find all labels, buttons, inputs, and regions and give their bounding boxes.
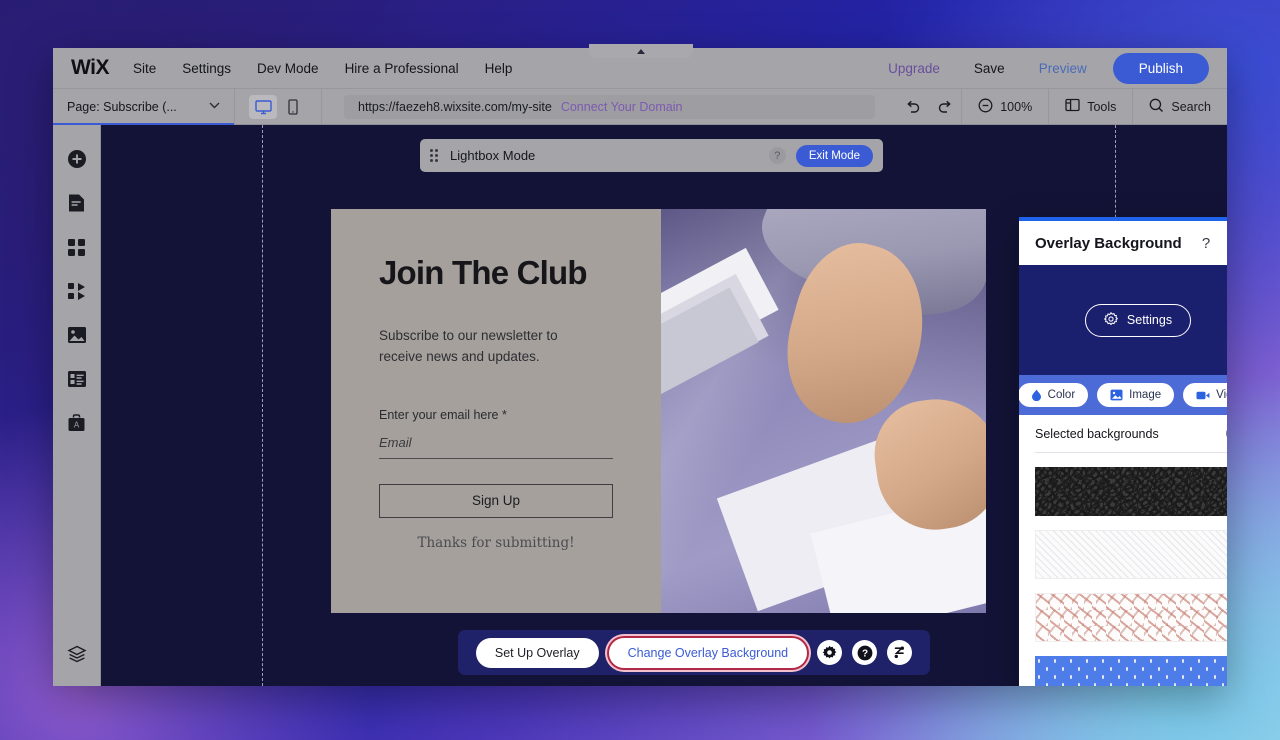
page-selector[interactable]: Page: Subscribe (... — [53, 89, 235, 125]
site-url: https://faezeh8.wixsite.com/my-site — [358, 99, 552, 114]
background-thumbnail-light-stripes[interactable] — [1035, 530, 1227, 579]
panel-layout-icon — [1065, 98, 1080, 115]
device-toggle — [235, 89, 322, 124]
panel-title: Overlay Background — [1035, 234, 1182, 252]
lightbox-subtitle: Subscribe to our newsletter to receive n… — [379, 328, 558, 364]
svg-text:?: ? — [862, 648, 868, 659]
panel-header: Overlay Background ? × — [1019, 221, 1227, 265]
panel-body: Selected backgrounds i — [1019, 415, 1227, 686]
search-button[interactable]: Search — [1132, 89, 1227, 124]
tab-color-label: Color — [1047, 389, 1076, 401]
background-thumbnail-dark-squiggle[interactable] — [1035, 467, 1227, 516]
undo-button[interactable] — [897, 89, 929, 124]
tab-video[interactable]: Video — [1183, 383, 1227, 407]
set-up-overlay-button[interactable]: Set Up Overlay — [475, 637, 599, 668]
lightbox-mode-label: Lightbox Mode — [450, 148, 536, 163]
lightbox-photo — [661, 209, 986, 613]
site-url-bar[interactable]: https://faezeh8.wixsite.com/my-site Conn… — [344, 94, 876, 119]
tools-button[interactable]: Tools — [1048, 89, 1132, 124]
background-thumbnail-light-dots[interactable] — [1035, 593, 1227, 642]
lightbox-content[interactable]: Join The Club Subscribe to our newslette… — [331, 209, 986, 613]
lightbox-action-toolbar: Set Up Overlay Change Overlay Background… — [458, 630, 930, 675]
video-camera-icon — [1196, 390, 1210, 401]
menu-item-dev-mode[interactable]: Dev Mode — [257, 61, 319, 76]
image-icon — [1110, 389, 1123, 401]
menu-item-site[interactable]: Site — [133, 61, 156, 76]
top-menu: Site Settings Dev Mode Hire a Profession… — [133, 61, 512, 76]
zoom-level: 100% — [1000, 99, 1033, 114]
droplet-icon — [1031, 389, 1042, 401]
sidebar-item-pages[interactable] — [61, 187, 93, 219]
email-field-label: Enter your email here * — [379, 407, 507, 422]
selected-backgrounds-header: Selected backgrounds i — [1035, 415, 1227, 453]
sidebar-item-app-market[interactable] — [61, 231, 93, 263]
change-overlay-background-button[interactable]: Change Overlay Background — [608, 637, 808, 668]
menu-item-settings[interactable]: Settings — [182, 61, 231, 76]
wix-logo[interactable]: WiX — [71, 56, 109, 80]
page-selector-label: Page: Subscribe (... — [67, 99, 177, 114]
email-input[interactable]: Email — [379, 435, 613, 459]
tab-image[interactable]: Image — [1097, 383, 1175, 407]
search-icon — [1149, 98, 1164, 116]
drag-handle-icon[interactable] — [430, 148, 440, 163]
background-type-tabs: Color Image Video — [1019, 375, 1227, 415]
thanks-message: Thanks for submitting! — [417, 534, 575, 551]
overlay-background-panel: Overlay Background ? × Settings — [1019, 217, 1227, 686]
info-icon[interactable]: i — [1226, 426, 1227, 441]
menu-item-help[interactable]: Help — [485, 61, 513, 76]
canvas-guide-left — [262, 125, 263, 686]
publish-button[interactable]: Publish — [1112, 52, 1209, 84]
overlay-settings-button[interactable]: Settings — [1084, 303, 1192, 337]
zoom-out-icon — [978, 98, 993, 116]
overlay-settings-label: Settings — [1126, 313, 1173, 327]
sidebar-item-content-manager[interactable] — [61, 363, 93, 395]
second-bar-tools: 100% Tools Search — [897, 89, 1227, 124]
svg-text:A: A — [74, 420, 80, 429]
editor-canvas[interactable]: Lightbox Mode ? Exit Mode Join The Club … — [101, 125, 1227, 686]
tab-color[interactable]: Color — [1019, 383, 1089, 407]
sidebar-item-business[interactable]: A — [61, 407, 93, 439]
lightbox-form-panel: Join The Club Subscribe to our newslette… — [331, 209, 661, 613]
help-icon[interactable]: ? — [852, 640, 878, 665]
sign-up-button[interactable]: Sign Up — [379, 483, 613, 518]
wix-editor-window: WiX Site Settings Dev Mode Hire a Profes… — [53, 48, 1227, 686]
overlay-preview: Settings — [1019, 265, 1227, 375]
sidebar-item-media[interactable] — [61, 319, 93, 351]
upgrade-link[interactable]: Upgrade — [871, 61, 957, 76]
exit-mode-button[interactable]: Exit Mode — [795, 144, 873, 167]
left-sidebar: A — [53, 125, 101, 686]
zoom-control[interactable]: 100% — [961, 89, 1048, 124]
sidebar-item-layers[interactable] — [61, 638, 93, 670]
help-icon[interactable]: ? — [768, 147, 786, 164]
animation-icon[interactable] — [887, 640, 913, 665]
editor-body: A Lightbox Mode ? Exit Mode Join The Clu… — [53, 125, 1227, 686]
search-label: Search — [1171, 99, 1211, 114]
lightbox-mode-bar: Lightbox Mode ? Exit Mode — [420, 139, 883, 172]
tools-label: Tools — [1087, 99, 1117, 114]
selected-backgrounds-title: Selected backgrounds — [1035, 426, 1159, 441]
gear-icon — [1103, 311, 1119, 329]
menu-item-hire-a-professional[interactable]: Hire a Professional — [345, 61, 459, 76]
tab-image-label: Image — [1129, 389, 1162, 401]
browser-tab-notch — [589, 44, 693, 58]
desktop-icon[interactable] — [249, 94, 277, 119]
connect-domain-link[interactable]: Connect Your Domain — [561, 100, 683, 114]
background-thumbnail-blue-polka[interactable] — [1035, 656, 1227, 686]
editor-second-bar: Page: Subscribe (... https://faezeh8.wix… — [53, 89, 1227, 125]
preview-button[interactable]: Preview — [1022, 61, 1104, 76]
save-button[interactable]: Save — [957, 61, 1022, 76]
chevron-down-icon — [209, 101, 220, 112]
panel-help-icon[interactable]: ? — [1202, 235, 1210, 252]
top-bar-actions: Upgrade Save Preview Publish — [871, 52, 1209, 84]
sidebar-item-add-elements[interactable] — [61, 143, 93, 175]
lightbox-title: Join The Club — [379, 254, 588, 291]
redo-button[interactable] — [929, 89, 961, 124]
settings-gear-icon[interactable] — [817, 640, 843, 665]
mobile-icon[interactable] — [279, 95, 307, 119]
tab-video-label: Video — [1216, 389, 1227, 401]
sidebar-item-add-apps[interactable] — [61, 275, 93, 307]
